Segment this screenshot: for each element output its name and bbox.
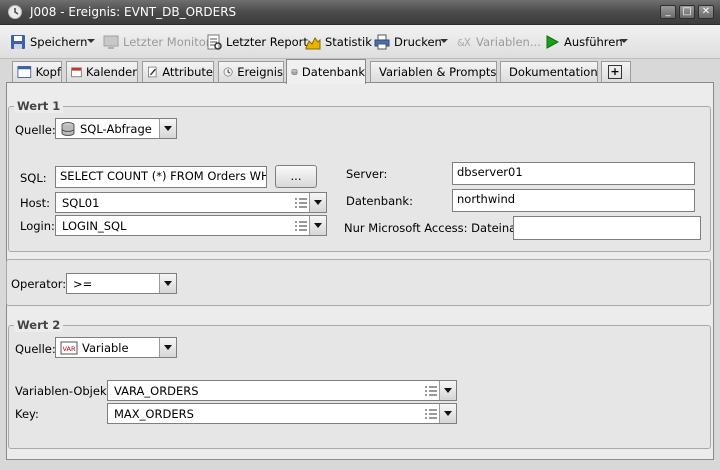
tab-label: Attribute [162,65,213,79]
report-icon [207,34,222,50]
execute-dropdown-arrow[interactable] [620,39,628,43]
last-monitor-button[interactable]: Letzter Monitor [103,33,211,51]
monitor-icon [103,35,119,49]
chevron-down-icon[interactable] [439,404,456,423]
variable-object-select[interactable]: VARA_ORDERS [107,380,457,401]
sql-input[interactable]: SELECT COUNT (*) FROM Orders WHERE [55,166,267,188]
value2-source-value: Variable [82,340,129,355]
database-label: Datenbank: [346,194,413,208]
list-icon[interactable] [423,404,439,423]
variable-icon: VAR [60,341,78,354]
chevron-down-icon[interactable] [309,216,326,235]
operator-select[interactable]: >= [66,273,177,294]
tab-label: Datenbank [301,65,365,79]
chevron-down-icon[interactable] [159,338,176,357]
database-icon [291,68,298,76]
close-button[interactable]: ✕ [698,5,714,19]
server-label: Server: [346,167,388,181]
tab-dokumentation[interactable]: Dokumentation [500,61,598,82]
tab-add[interactable]: + [601,61,631,82]
printer-icon [374,34,390,50]
sql-browse-button[interactable]: ... [275,165,317,188]
tab-datenbank[interactable]: Datenbank [286,59,366,84]
tab-kopf[interactable]: Kopf [12,61,62,82]
chevron-down-icon[interactable] [439,381,456,400]
attributes-icon [148,66,157,78]
print-button[interactable]: Drucken [374,33,442,51]
value2-title: Wert 2 [14,318,64,332]
tab-label: Kopf [35,65,61,79]
value2-source-select[interactable]: VAR Variable [55,337,177,358]
variables-label: Variablen... [476,35,541,49]
execute-label: Ausführen [564,35,623,49]
svg-text:&: & [457,38,465,49]
access-filename-label: Nur Microsoft Access: Dateiname: [344,221,539,235]
variable-object-value: VARA_ORDERS [114,383,199,398]
event-clock-icon [223,67,233,77]
event-clock-icon [8,5,22,19]
last-monitor-label: Letzter Monitor [123,35,211,49]
key-select[interactable]: MAX_ORDERS [107,403,457,424]
tab-label: Ereignis [237,65,283,79]
tab-label: Dokumentation [509,65,598,79]
variable-object-label: Variablen-Objekt: [15,384,115,398]
value1-source-value: SQL-Abfrage [80,121,152,136]
login-value: LOGIN_SQL [62,218,127,233]
access-filename-input[interactable] [513,216,701,240]
chevron-down-icon[interactable] [309,193,326,212]
save-label: Speichern [30,35,88,49]
window-bottom-border [0,460,720,470]
login-select[interactable]: LOGIN_SQL [55,215,327,236]
statistics-icon [305,37,321,50]
host-value: SQL01 [62,195,100,210]
key-value: MAX_ORDERS [114,406,194,421]
tab-label: Kalender [85,65,137,79]
value1-source-select[interactable]: SQL-Abfrage [55,118,177,139]
last-report-label: Letzter Report [226,35,308,49]
print-label: Drucken [394,35,442,49]
window-title: J008 - Ereignis: EVNT_DB_ORDERS [30,5,237,19]
svg-text:VAR: VAR [63,345,76,353]
tab-attribute[interactable]: Attribute [142,61,214,82]
list-icon[interactable] [423,381,439,400]
print-dropdown-arrow[interactable] [440,39,448,43]
database-input[interactable]: northwind [452,189,695,212]
execute-button[interactable]: Ausführen [544,33,623,51]
statistics-label: Statistik [325,35,372,49]
play-icon [546,35,560,49]
value1-title: Wert 1 [14,99,64,113]
server-input[interactable]: dbserver01 [452,162,695,185]
operator-label: Operator: [11,277,67,291]
statistics-button[interactable]: Statistik [305,33,372,51]
calendar-icon [71,67,82,78]
maximize-button[interactable]: □ [679,5,695,19]
add-tab-icon: + [608,65,622,79]
save-dropdown-arrow[interactable] [87,39,95,43]
variables-button[interactable]: & Variablen... [456,33,541,51]
database-icon [61,121,75,136]
minimize-button[interactable]: _ [660,5,676,19]
tab-kalender[interactable]: Kalender [66,61,138,82]
chevron-down-icon[interactable] [159,274,176,293]
save-button[interactable]: Speichern [10,33,87,51]
tab-ereignis[interactable]: Ereignis [218,61,284,82]
value2-source-label: Quelle: [15,342,56,356]
tab-variablen-prompts[interactable]: VAR Variablen & Prompts [370,61,497,82]
host-label: Host: [20,196,51,210]
key-label: Key: [15,407,39,421]
chevron-down-icon[interactable] [159,119,176,138]
login-label: Login: [20,219,55,233]
variables-icon: & [457,37,471,49]
last-report-button[interactable]: Letzter Report [206,33,308,51]
operator-value: >= [73,276,93,291]
tab-label: Variablen & Prompts [379,65,497,79]
sql-label: SQL: [20,171,47,185]
save-icon [11,35,25,49]
host-select[interactable]: SQL01 [55,192,327,213]
header-icon [17,66,32,78]
value1-source-label: Quelle: [15,123,56,137]
list-icon[interactable] [293,216,309,235]
list-icon[interactable] [293,193,309,212]
